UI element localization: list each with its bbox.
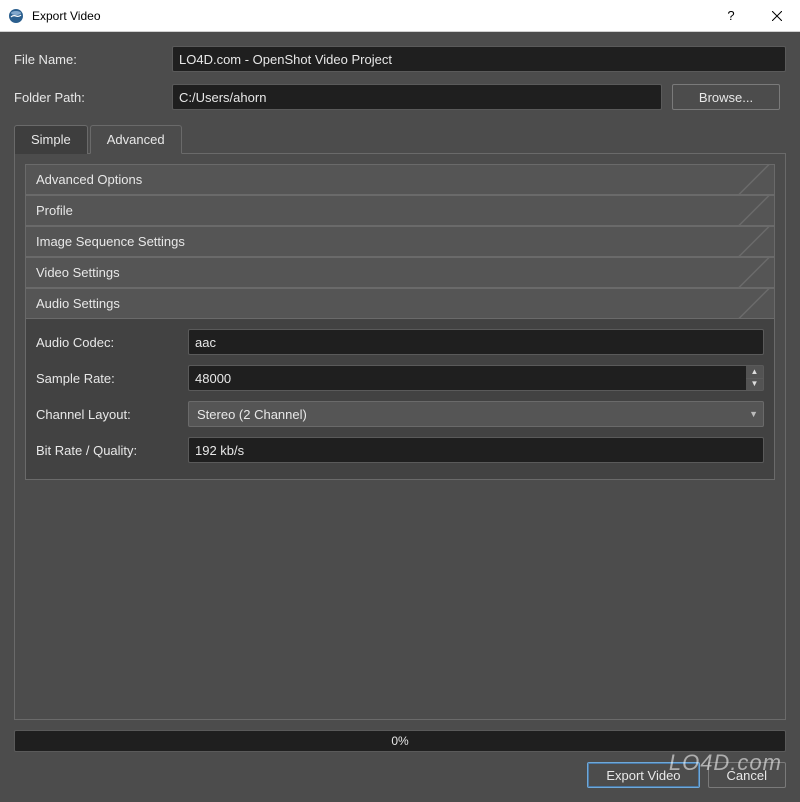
- sample-rate-spinbox[interactable]: ▲ ▼: [188, 365, 764, 391]
- dialog-body: File Name: Folder Path: Browse... Simple…: [0, 32, 800, 802]
- audio-settings-body: Audio Codec: Sample Rate: ▲ ▼ Channel La…: [25, 319, 775, 480]
- tabs-wrapper: Simple Advanced Advanced Options Profile…: [14, 124, 786, 720]
- channel-layout-label: Channel Layout:: [36, 407, 188, 422]
- audio-codec-label: Audio Codec:: [36, 335, 188, 350]
- progress-bar: 0%: [14, 730, 786, 752]
- sample-rate-label: Sample Rate:: [36, 371, 188, 386]
- audio-codec-input[interactable]: [188, 329, 764, 355]
- section-profile[interactable]: Profile: [25, 195, 775, 226]
- tab-advanced[interactable]: Advanced: [90, 125, 182, 154]
- tab-bar: Simple Advanced: [14, 124, 786, 153]
- bit-rate-row: Bit Rate / Quality:: [36, 437, 764, 463]
- folder-path-label: Folder Path:: [14, 90, 172, 105]
- bit-rate-label: Bit Rate / Quality:: [36, 443, 188, 458]
- tab-simple[interactable]: Simple: [14, 125, 88, 154]
- browse-button[interactable]: Browse...: [672, 84, 780, 110]
- titlebar-buttons: ?: [708, 0, 800, 31]
- tab-content-advanced: Advanced Options Profile Image Sequence …: [14, 153, 786, 720]
- spinbox-buttons: ▲ ▼: [746, 365, 764, 391]
- progress-wrap: 0%: [14, 730, 786, 752]
- section-audio-settings[interactable]: Audio Settings: [25, 288, 775, 319]
- channel-layout-row: Channel Layout: Stereo (2 Channel) ▼: [36, 401, 764, 427]
- channel-layout-combobox[interactable]: Stereo (2 Channel) ▼: [188, 401, 764, 427]
- folder-path-input[interactable]: [172, 84, 662, 110]
- spin-up-icon[interactable]: ▲: [746, 366, 763, 379]
- folder-path-row: Folder Path: Browse...: [14, 84, 786, 110]
- bit-rate-input[interactable]: [188, 437, 764, 463]
- channel-layout-value: Stereo (2 Channel): [188, 401, 764, 427]
- app-icon: [8, 8, 24, 24]
- sample-rate-input[interactable]: [188, 365, 746, 391]
- section-advanced-options[interactable]: Advanced Options: [25, 164, 775, 195]
- audio-codec-row: Audio Codec:: [36, 329, 764, 355]
- titlebar: Export Video ?: [0, 0, 800, 32]
- cancel-button[interactable]: Cancel: [708, 762, 786, 788]
- window-title: Export Video: [32, 9, 708, 23]
- help-button[interactable]: ?: [708, 0, 754, 31]
- export-video-button[interactable]: Export Video: [587, 762, 699, 788]
- close-button[interactable]: [754, 0, 800, 31]
- spacer: [25, 480, 775, 709]
- spin-down-icon[interactable]: ▼: [746, 379, 763, 391]
- file-name-input[interactable]: [172, 46, 786, 72]
- sample-rate-row: Sample Rate: ▲ ▼: [36, 365, 764, 391]
- file-name-label: File Name:: [14, 52, 172, 67]
- button-bar: Export Video Cancel: [14, 762, 786, 792]
- section-video-settings[interactable]: Video Settings: [25, 257, 775, 288]
- section-image-sequence[interactable]: Image Sequence Settings: [25, 226, 775, 257]
- file-name-row: File Name:: [14, 46, 786, 72]
